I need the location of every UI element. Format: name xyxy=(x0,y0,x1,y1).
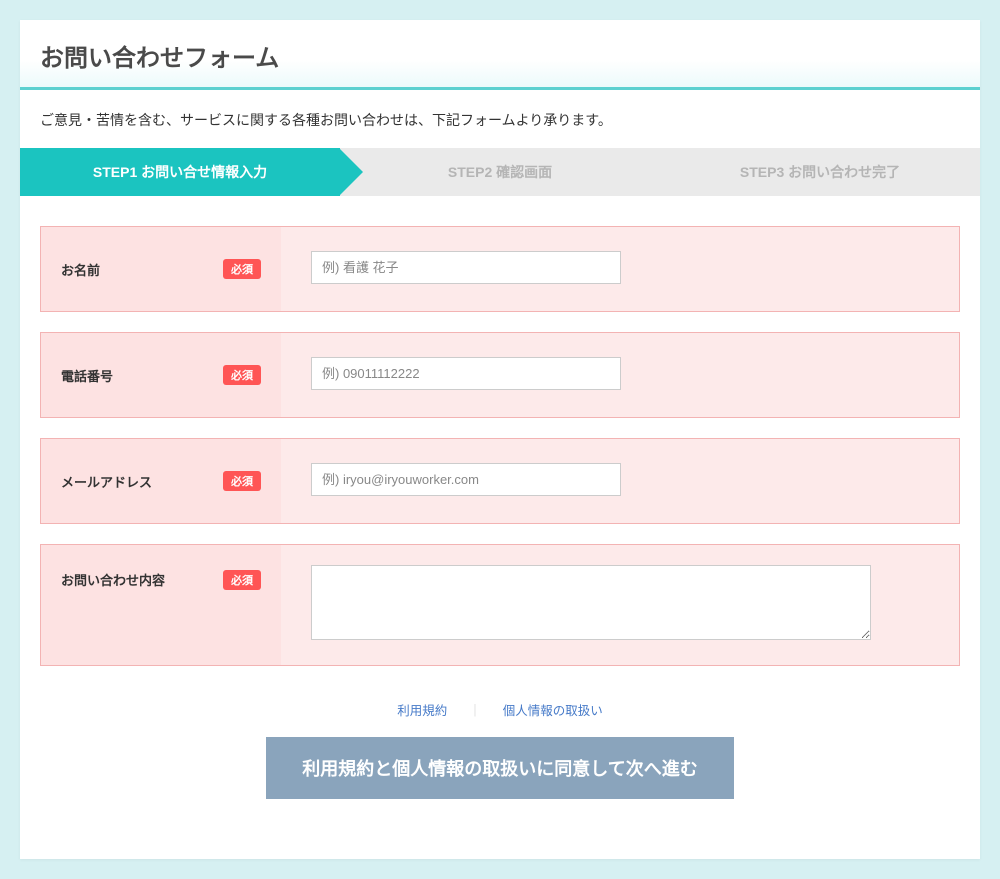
page-title: お問い合わせフォーム xyxy=(20,20,980,90)
label-name: お名前 xyxy=(61,260,100,279)
steps-bar: STEP1 お問い合せ情報入力 STEP2 確認画面 STEP3 お問い合わせ完… xyxy=(20,148,980,196)
label-content: お問い合わせ内容 xyxy=(61,570,165,589)
form-container: お問い合わせフォーム ご意見・苦情を含む、サービスに関する各種お問い合わせは、下… xyxy=(20,20,980,859)
required-badge: 必須 xyxy=(223,365,261,385)
step-3: STEP3 お問い合わせ完了 xyxy=(660,148,980,196)
link-terms[interactable]: 利用規約 xyxy=(397,704,447,718)
form: お名前 必須 電話番号 必須 メールアドレス 必須 xyxy=(20,226,980,859)
step-2: STEP2 確認画面 xyxy=(340,148,660,196)
label-cell-name: お名前 必須 xyxy=(41,227,281,311)
label-cell-email: メールアドレス 必須 xyxy=(41,439,281,523)
row-name: お名前 必須 xyxy=(40,226,960,312)
required-badge: 必須 xyxy=(223,471,261,491)
required-badge: 必須 xyxy=(223,259,261,279)
label-email: メールアドレス xyxy=(61,472,152,491)
submit-button[interactable]: 利用規約と個人情報の取扱いに同意して次へ進む xyxy=(266,737,733,799)
row-tel: 電話番号 必須 xyxy=(40,332,960,418)
input-cell-tel xyxy=(281,333,959,417)
input-cell-content xyxy=(281,545,959,665)
row-email: メールアドレス 必須 xyxy=(40,438,960,524)
label-cell-content: お問い合わせ内容 必須 xyxy=(41,545,281,665)
link-privacy[interactable]: 個人情報の取扱い xyxy=(503,704,603,718)
required-badge: 必須 xyxy=(223,570,261,590)
label-tel: 電話番号 xyxy=(61,366,113,385)
row-content: お問い合わせ内容 必須 xyxy=(40,544,960,666)
content-textarea[interactable] xyxy=(311,565,871,640)
label-cell-tel: 電話番号 必須 xyxy=(41,333,281,417)
input-cell-name xyxy=(281,227,959,311)
tel-input[interactable] xyxy=(311,357,621,390)
intro-text: ご意見・苦情を含む、サービスに関する各種お問い合わせは、下記フォームより承ります… xyxy=(20,90,980,148)
links-bar: 利用規約 ｜ 個人情報の取扱い xyxy=(40,686,960,737)
email-input[interactable] xyxy=(311,463,621,496)
step-1: STEP1 お問い合せ情報入力 xyxy=(20,148,340,196)
name-input[interactable] xyxy=(311,251,621,284)
separator: ｜ xyxy=(469,704,482,718)
input-cell-email xyxy=(281,439,959,523)
submit-wrap: 利用規約と個人情報の取扱いに同意して次へ進む xyxy=(40,737,960,839)
